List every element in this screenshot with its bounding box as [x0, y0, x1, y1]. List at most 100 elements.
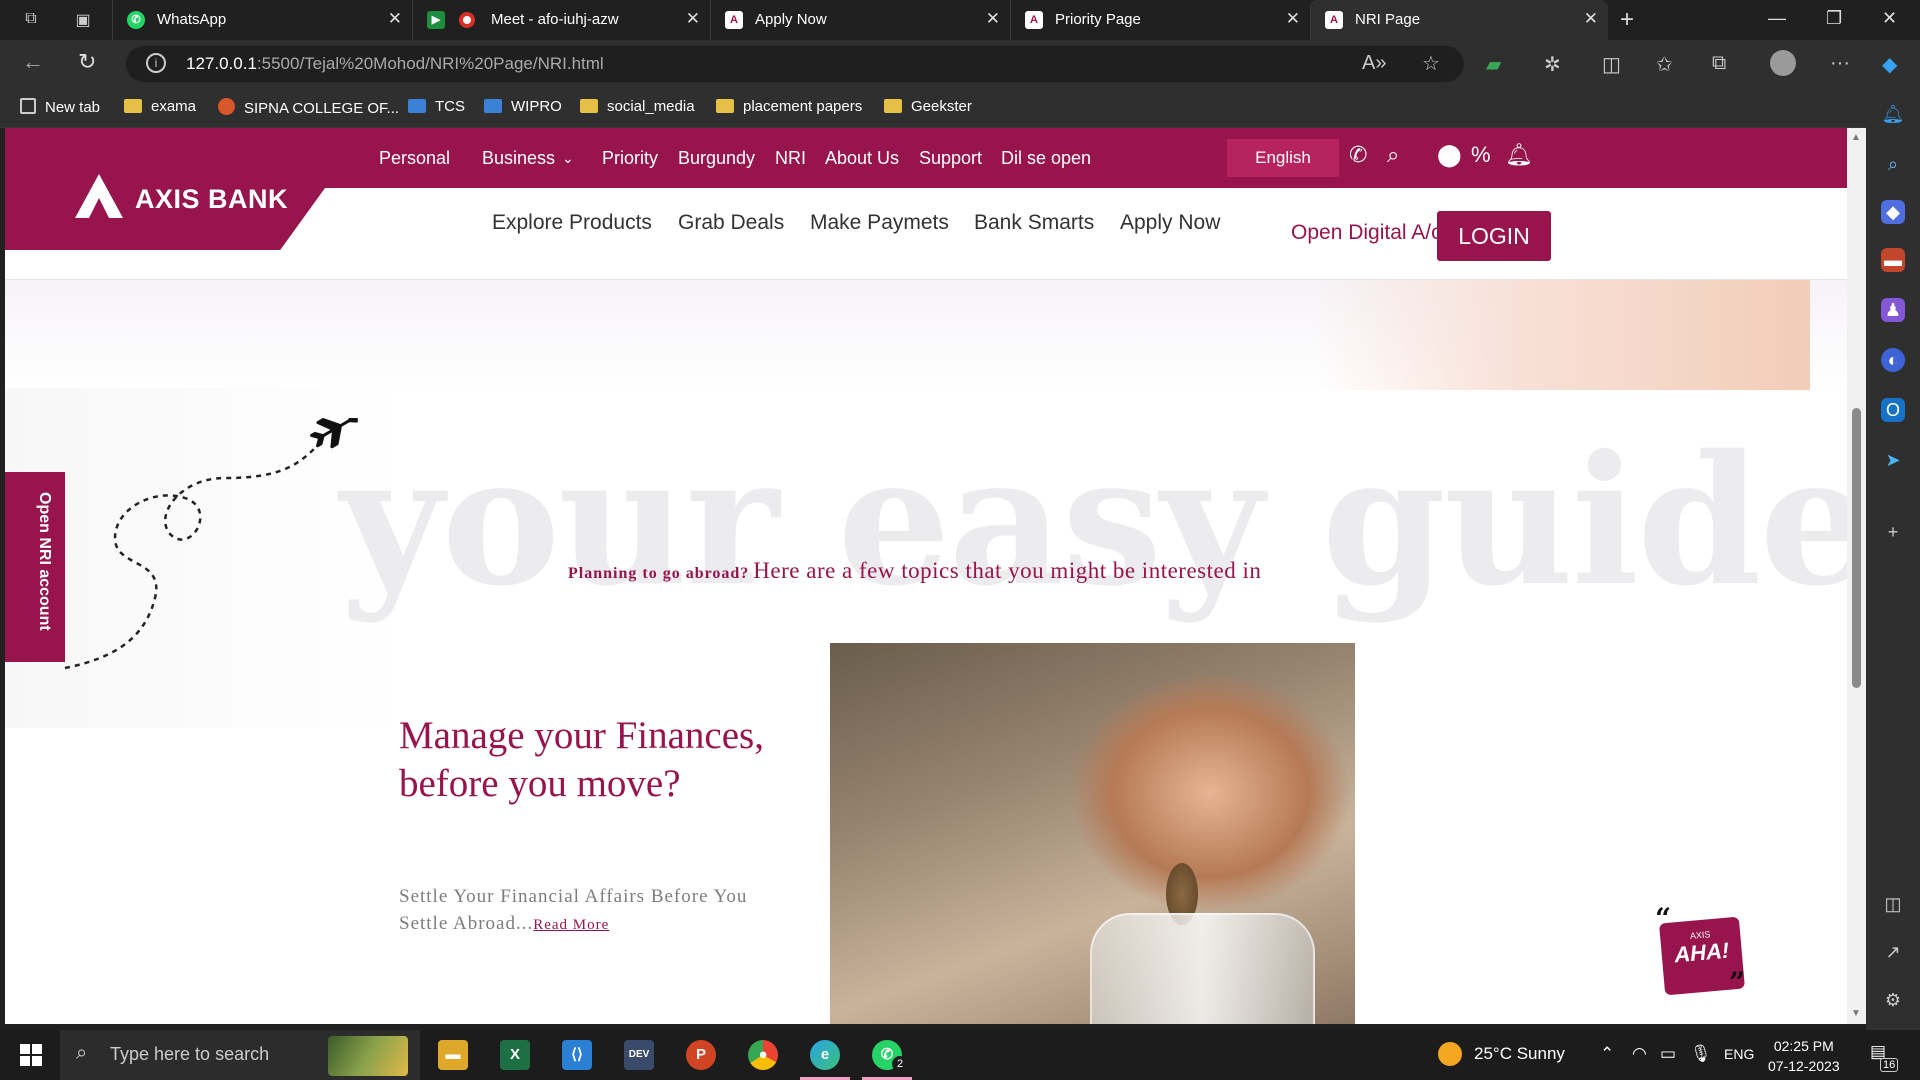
- bookmark-geekster[interactable]: Geekster: [884, 98, 972, 115]
- new-tab-icon[interactable]: +: [1620, 6, 1634, 34]
- search-icon[interactable]: ⌕: [1881, 152, 1905, 176]
- tcs-icon: [408, 99, 426, 113]
- taskbar-search[interactable]: ⌕ Type here to search: [60, 1030, 420, 1080]
- nav-dil-se-open[interactable]: Dil se open: [1001, 148, 1091, 169]
- close-icon[interactable]: ✕: [986, 9, 1000, 29]
- printer-extension-icon[interactable]: ▰: [1486, 52, 1501, 77]
- open-digital-account-link[interactable]: Open Digital A/c: [1291, 221, 1442, 245]
- read-more-link[interactable]: Read More: [533, 917, 609, 933]
- nav-bank-smarts[interactable]: Bank Smarts: [974, 211, 1094, 235]
- dev-cpp-icon[interactable]: DEV: [624, 1040, 654, 1070]
- open-nri-account-tab[interactable]: Open NRI account: [5, 472, 65, 662]
- scroll-up-icon[interactable]: ▲: [1851, 132, 1861, 143]
- weather-text[interactable]: 25°C Sunny: [1474, 1044, 1565, 1064]
- bookmark-tcs[interactable]: TCS: [408, 98, 465, 115]
- powerpoint-icon[interactable]: P: [686, 1040, 716, 1070]
- extensions-icon[interactable]: ✲: [1544, 52, 1561, 77]
- split-screen-icon[interactable]: ◫: [1602, 52, 1621, 77]
- collections-icon[interactable]: ⧉: [1712, 52, 1726, 75]
- vscode-icon[interactable]: ⟨⟩: [562, 1040, 592, 1070]
- scrollbar-thumb[interactable]: [1852, 408, 1861, 688]
- add-icon[interactable]: +: [1881, 520, 1905, 544]
- restore-icon[interactable]: ❐: [1826, 8, 1842, 29]
- workspaces-icon[interactable]: ⧉: [20, 10, 42, 30]
- bookmark-social-media[interactable]: social_media: [580, 98, 695, 115]
- favorites-icon[interactable]: ✩: [1656, 52, 1673, 77]
- wifi-icon[interactable]: ◠: [1632, 1044, 1647, 1064]
- weather-sun-icon[interactable]: [1438, 1042, 1462, 1066]
- site-info-icon[interactable]: i: [146, 53, 166, 73]
- tab-apply-now[interactable]: A Apply Now ✕: [710, 0, 1010, 40]
- search-icon[interactable]: ⌕: [1387, 142, 1399, 168]
- profile-avatar[interactable]: [1770, 50, 1796, 76]
- nav-explore-products[interactable]: Explore Products: [492, 211, 652, 235]
- bookmark-wipro[interactable]: WIPRO: [484, 98, 562, 115]
- scroll-down-icon[interactable]: ▼: [1851, 1008, 1861, 1019]
- outlook-icon[interactable]: O: [1881, 398, 1905, 422]
- nav-about-us[interactable]: About Us: [825, 148, 899, 169]
- close-icon[interactable]: ✕: [1286, 9, 1300, 29]
- more-menu-icon[interactable]: ···: [1830, 52, 1850, 75]
- close-icon[interactable]: ✕: [388, 9, 402, 29]
- nav-apply-now[interactable]: Apply Now: [1120, 211, 1220, 235]
- nav-support[interactable]: Support: [919, 148, 982, 169]
- nav-personal[interactable]: Personal: [379, 148, 450, 169]
- send-icon[interactable]: ➤: [1881, 448, 1905, 472]
- tab-nri-page[interactable]: A NRI Page ✕: [1310, 0, 1608, 40]
- sidebar-toggle-icon[interactable]: ◫: [1881, 892, 1905, 916]
- bookmark-new-tab[interactable]: New tab: [20, 98, 100, 116]
- login-button[interactable]: LOGIN: [1437, 211, 1551, 261]
- close-icon[interactable]: ✕: [686, 9, 700, 29]
- taskbar-clock[interactable]: 02:25 PM 07-12-2023: [1768, 1036, 1840, 1076]
- tab-label: NRI Page: [1355, 11, 1421, 28]
- favorite-star-icon[interactable]: ☆: [1422, 51, 1440, 76]
- location-pin-icon[interactable]: ⬤: [1437, 142, 1462, 168]
- close-icon[interactable]: ✕: [1584, 9, 1598, 29]
- bookmark-sipna[interactable]: SIPNA COLLEGE OF...: [218, 98, 399, 117]
- chevron-up-icon[interactable]: ⌃: [1600, 1044, 1614, 1064]
- tagline-small: Planning to go abroad?: [568, 565, 750, 582]
- tab-priority-page[interactable]: A Priority Page ✕: [1010, 0, 1310, 40]
- nav-nri[interactable]: NRI: [775, 148, 806, 169]
- tab-meet[interactable]: ▶ Meet - afo-iuhj-azw ✕: [412, 0, 710, 40]
- read-aloud-icon[interactable]: A»: [1362, 52, 1386, 75]
- file-explorer-icon[interactable]: ▬: [438, 1040, 468, 1070]
- games-icon[interactable]: ♟: [1881, 298, 1905, 322]
- tools-icon[interactable]: ▬: [1881, 248, 1905, 272]
- copilot-icon[interactable]: ◐: [1881, 348, 1905, 372]
- language-select[interactable]: English: [1227, 139, 1339, 177]
- tab-actions-icon[interactable]: ▣: [72, 10, 94, 30]
- tab-whatsapp[interactable]: ✆ WhatsApp ✕: [112, 0, 412, 40]
- window-close-icon[interactable]: ✕: [1882, 8, 1897, 29]
- shopping-icon[interactable]: ◆: [1881, 200, 1905, 224]
- bell-icon[interactable]: 🔔︎: [1505, 142, 1533, 168]
- battery-icon[interactable]: ▭: [1660, 1044, 1676, 1064]
- nav-grab-deals[interactable]: Grab Deals: [678, 211, 784, 235]
- bookmark-placement-papers[interactable]: placement papers: [716, 98, 862, 115]
- microphone-icon[interactable]: 🎙︎: [1690, 1044, 1712, 1064]
- external-link-icon[interactable]: ↗: [1881, 940, 1905, 964]
- edge-icon[interactable]: e: [800, 1040, 850, 1080]
- input-language[interactable]: ENG: [1724, 1046, 1754, 1062]
- copilot-icon[interactable]: ◆: [1882, 52, 1897, 77]
- notifications-icon[interactable]: 🔔︎: [1881, 102, 1905, 126]
- back-icon[interactable]: ←: [22, 49, 44, 75]
- windows-start-icon[interactable]: [20, 1044, 42, 1066]
- nav-make-payments[interactable]: Make Paymets: [810, 211, 949, 235]
- chevron-down-icon[interactable]: ⌄: [562, 150, 574, 167]
- whatsapp-icon[interactable]: ✆: [1349, 142, 1367, 168]
- nav-burgundy[interactable]: Burgundy: [678, 148, 755, 169]
- address-bar[interactable]: i 127.0.0.1:5500/Tejal%20Mohod/NRI%20Pag…: [126, 46, 1464, 82]
- bookmark-exama[interactable]: exama: [124, 98, 196, 115]
- minimize-icon[interactable]: —: [1768, 8, 1786, 29]
- page-scrollbar[interactable]: ▲ ▼: [1847, 128, 1866, 1024]
- edge-sidebar: 🔔︎ ⌕ ◆ ▬ ♟ ◐ O ➤ + ◫ ↗ ⚙: [1866, 88, 1920, 1030]
- nav-business[interactable]: Business: [482, 148, 555, 169]
- excel-icon[interactable]: X: [500, 1040, 530, 1070]
- settings-gear-icon[interactable]: ⚙: [1881, 988, 1905, 1012]
- refresh-icon[interactable]: ↻: [78, 49, 96, 75]
- chrome-icon[interactable]: ●: [748, 1040, 778, 1070]
- nav-priority[interactable]: Priority: [602, 148, 658, 169]
- folder-icon: [580, 99, 598, 113]
- offers-percent-icon[interactable]: %: [1471, 142, 1491, 168]
